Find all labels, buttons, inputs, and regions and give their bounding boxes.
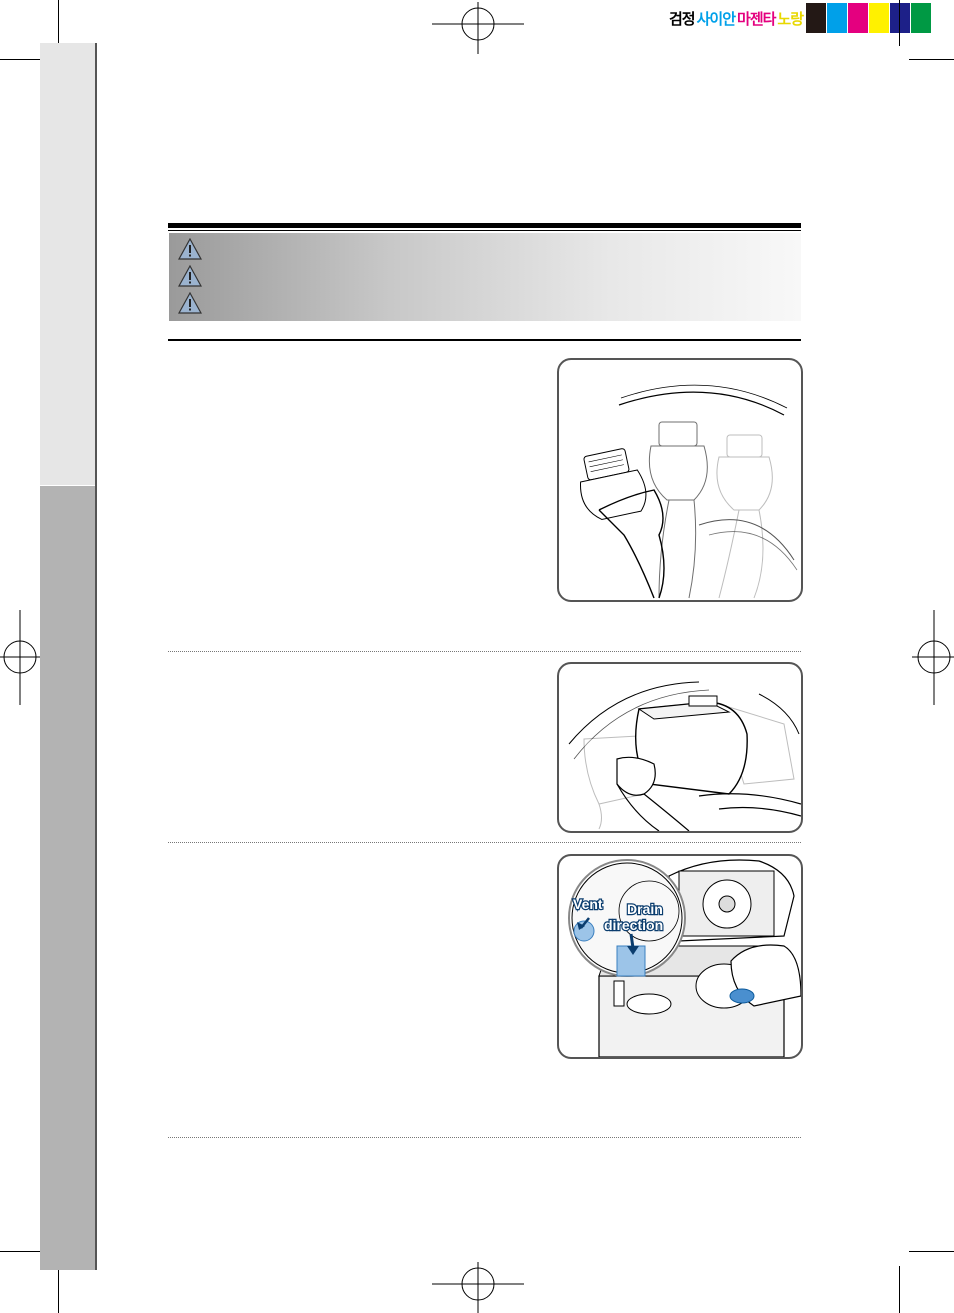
warning-triangle-icon <box>178 238 202 260</box>
registration-mark-right <box>912 610 954 705</box>
warning-triangle-icon <box>178 265 202 287</box>
step-divider <box>168 1137 801 1138</box>
swatch-yellow <box>869 3 890 33</box>
crop-mark <box>899 0 900 46</box>
illustration-drain-tank: Vent Drain direction <box>557 854 803 1059</box>
section-rule <box>168 339 801 341</box>
illustration-lift-tank <box>557 662 803 833</box>
warning-band <box>169 233 801 321</box>
swatch-green <box>911 3 932 33</box>
step-divider <box>168 842 801 843</box>
chapter-tab-active <box>40 486 95 1270</box>
drain-callout-line1: Drain <box>627 901 663 917</box>
section-rule-thin <box>168 230 801 231</box>
vent-callout: Vent <box>573 896 603 912</box>
crop-mark <box>899 1266 900 1313</box>
swatch-blue <box>890 3 911 33</box>
crop-mark <box>909 59 954 60</box>
crop-mark <box>909 1251 954 1252</box>
illustration-remove-bottle <box>557 358 803 602</box>
drain-callout-line2: direction <box>604 917 663 933</box>
swatch-cyan <box>827 3 848 33</box>
section-rule-heavy <box>168 223 801 228</box>
registration-mark-left <box>0 610 40 705</box>
swatch-magenta <box>848 3 869 33</box>
printer-color-bar: 검정 사이안 마젠타 노랑 <box>669 3 932 33</box>
crop-mark <box>0 1251 45 1252</box>
crop-mark <box>58 1266 59 1313</box>
warning-item <box>178 292 210 314</box>
crop-mark <box>58 0 59 46</box>
warning-triangle-icon <box>178 292 202 314</box>
color-label-black: 검정 <box>669 9 696 28</box>
crop-mark <box>0 59 45 60</box>
color-label-cyan: 사이안 <box>696 9 736 28</box>
registration-mark-bottom <box>432 1262 524 1313</box>
chapter-tab-light <box>40 43 95 485</box>
step-divider <box>168 651 801 652</box>
chapter-tab-edge <box>95 43 97 1270</box>
swatch-black <box>806 3 827 33</box>
color-label-magenta: 마젠타 <box>737 9 776 28</box>
warning-item <box>178 238 210 260</box>
registration-mark-top <box>432 2 524 54</box>
color-label-yellow: 노랑 <box>777 9 804 28</box>
warning-item <box>178 265 210 287</box>
